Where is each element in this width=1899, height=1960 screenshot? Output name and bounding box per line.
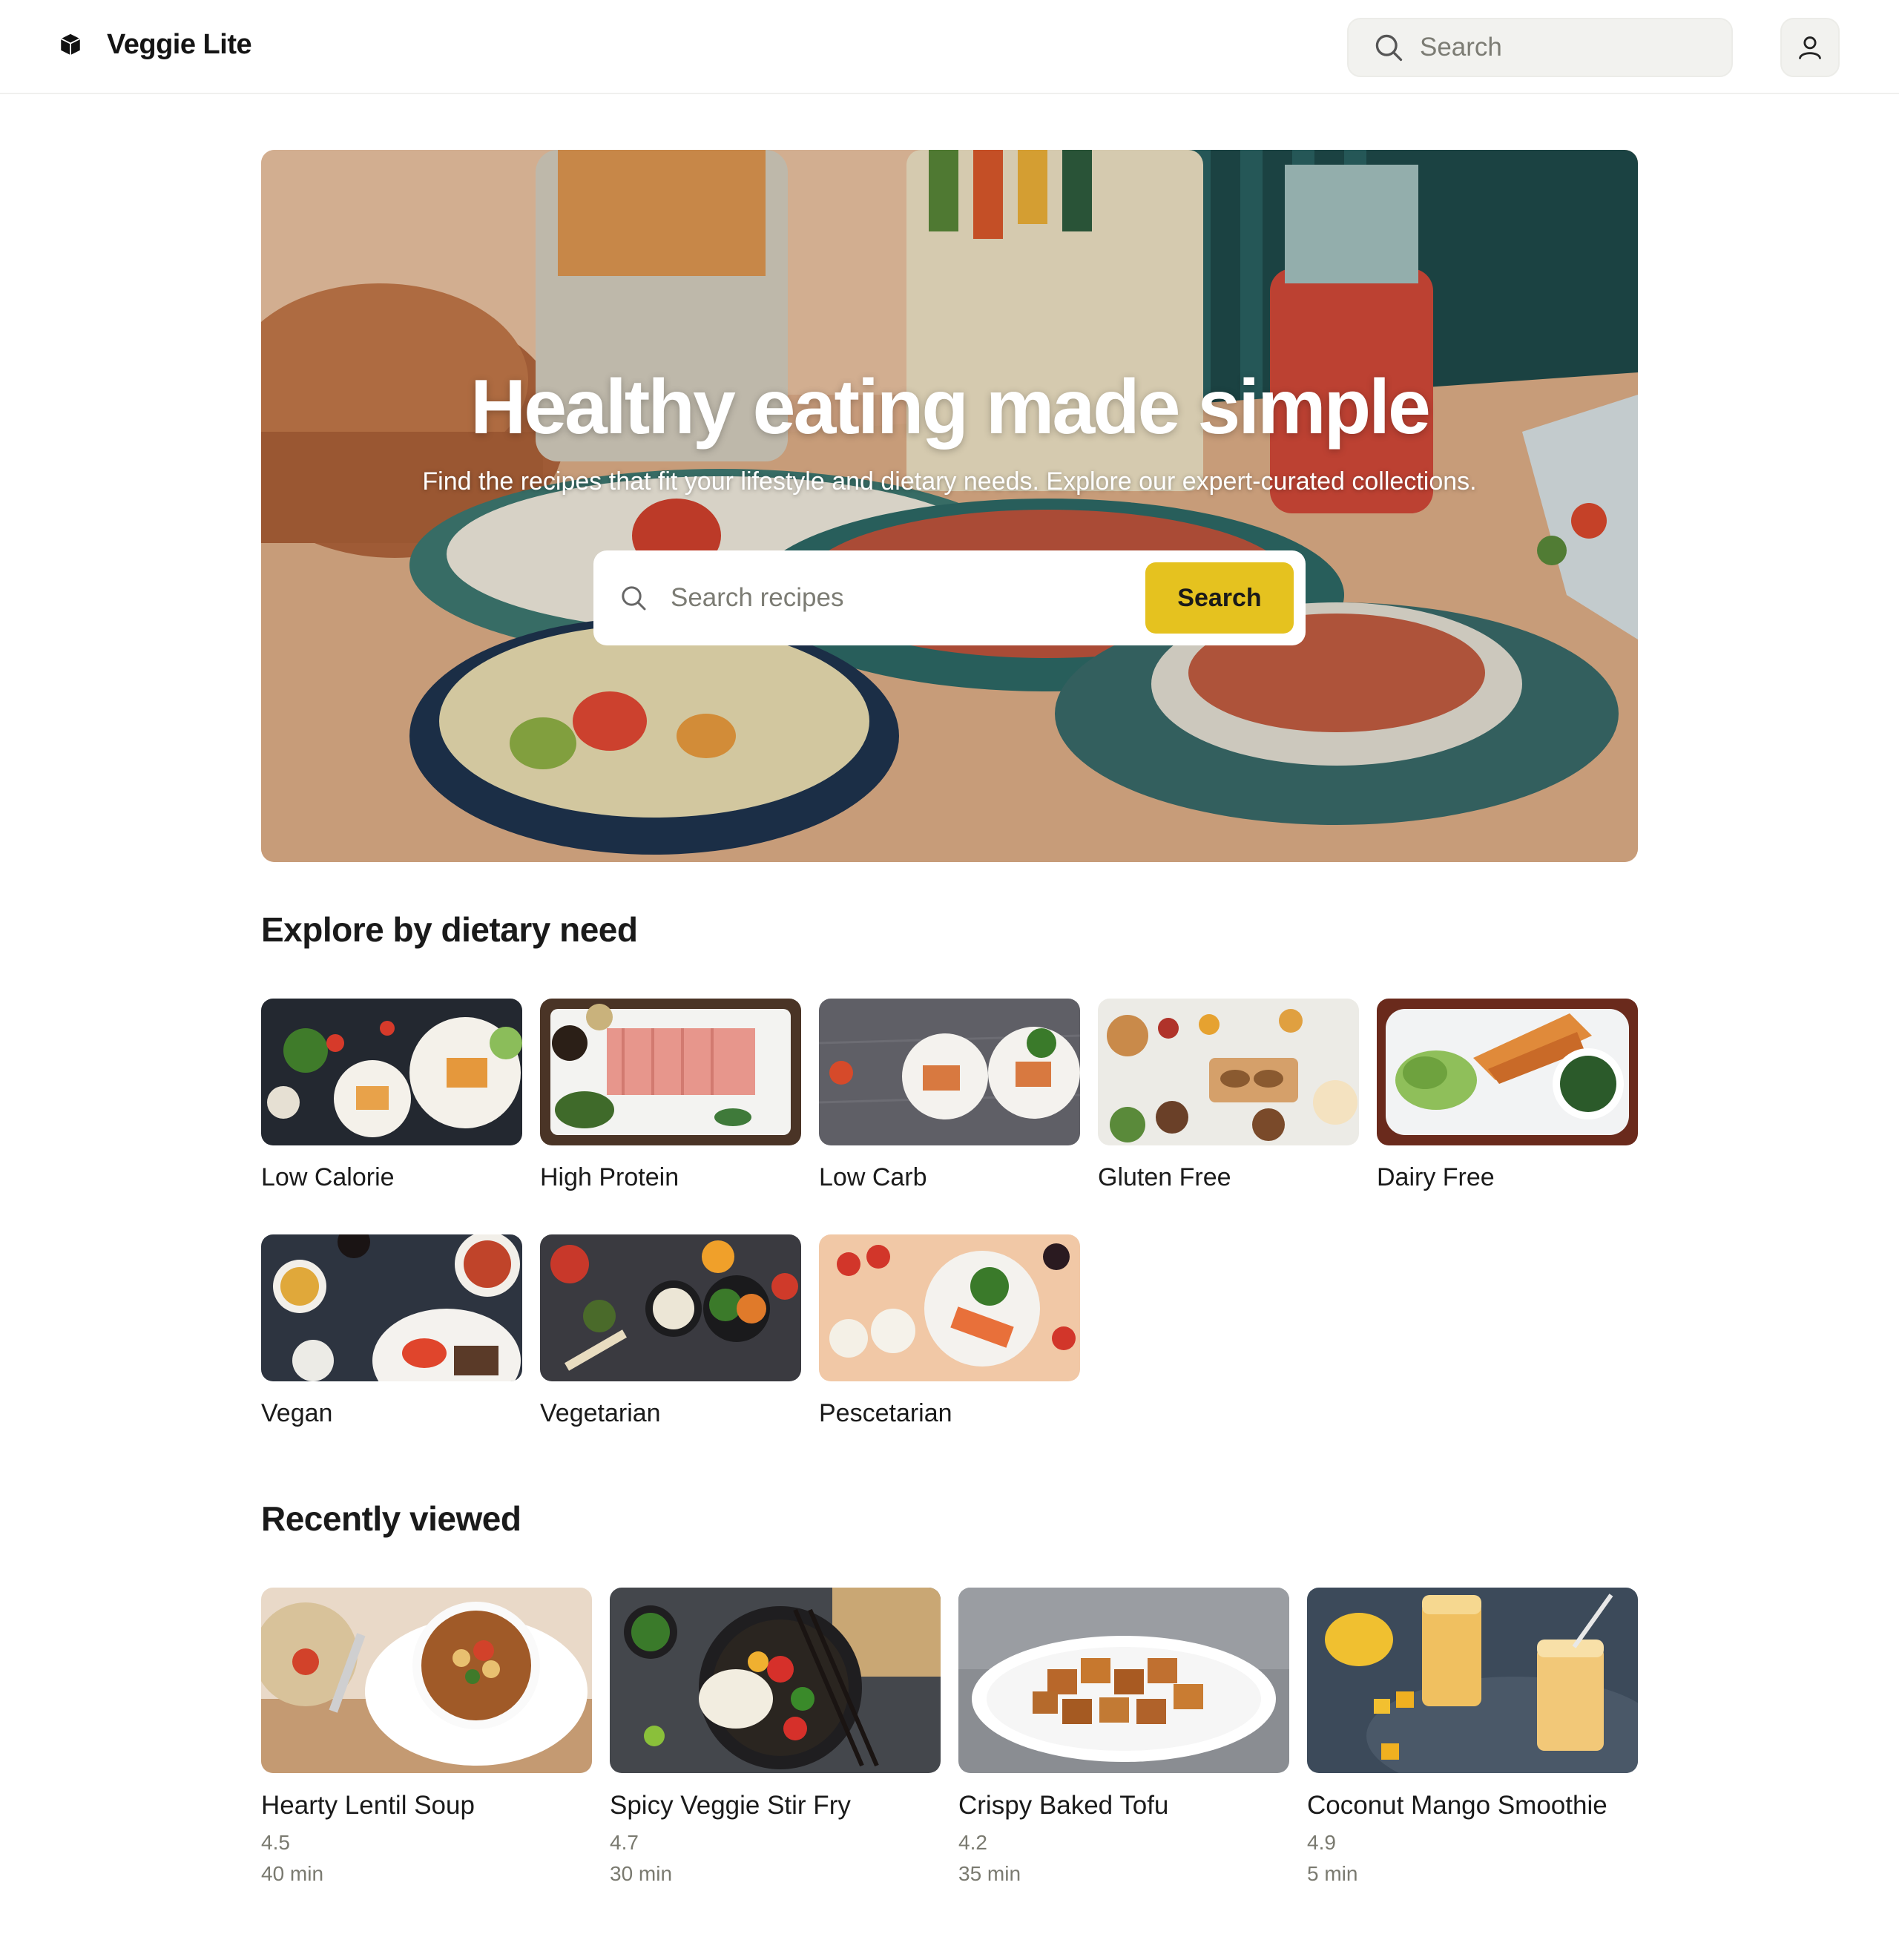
diet-card-vegetarian[interactable]: Vegetarian	[540, 1234, 801, 1428]
recipe-card-coconut-mango-smoothie[interactable]: Coconut Mango Smoothie 4.9 5 min	[1307, 1588, 1638, 1889]
cube-icon	[60, 33, 81, 56]
header-search[interactable]	[1347, 18, 1733, 77]
diet-label: High Protein	[540, 1163, 679, 1191]
diet-card-gluten-free[interactable]: Gluten Free	[1098, 999, 1359, 1192]
top-navbar: Veggie Lite	[0, 0, 1899, 94]
header-search-input[interactable]	[1420, 33, 1702, 62]
diet-label: Dairy Free	[1377, 1163, 1495, 1191]
diet-card-pescetarian[interactable]: Pescetarian	[819, 1234, 1080, 1428]
diet-thumbnail	[540, 1234, 801, 1381]
recipe-thumbnail	[1307, 1588, 1638, 1773]
diet-card-high-protein[interactable]: High Protein	[540, 999, 801, 1192]
diet-thumbnail	[1377, 999, 1638, 1145]
brand-name: Veggie Lite	[107, 28, 252, 60]
recipe-name: Spicy Veggie Stir Fry	[610, 1791, 851, 1820]
recipe-time: 30 min	[610, 1862, 673, 1885]
hero-search-bar: Search	[593, 550, 1306, 645]
profile-button[interactable]	[1780, 18, 1840, 77]
hero-title: Healthy eating made simple	[470, 364, 1431, 450]
diet-thumbnail	[261, 1234, 522, 1381]
recipe-thumbnail	[610, 1588, 941, 1773]
diet-label: Vegetarian	[540, 1399, 661, 1427]
search-icon	[622, 586, 646, 611]
diet-card-low-carb[interactable]: Low Carb	[819, 999, 1080, 1192]
diet-card-vegan[interactable]: Vegan	[261, 1234, 522, 1428]
diet-label: Gluten Free	[1098, 1163, 1231, 1191]
diet-thumbnail	[261, 999, 522, 1145]
recipe-search-input[interactable]	[671, 583, 1116, 613]
recipe-rating: 4.5	[261, 1831, 290, 1854]
diet-label: Low Carb	[819, 1163, 927, 1191]
recipe-time: 5 min	[1307, 1862, 1358, 1885]
search-button[interactable]: Search	[1145, 562, 1294, 634]
diet-thumbnail	[1098, 999, 1359, 1145]
brand[interactable]: Veggie Lite	[58, 25, 252, 64]
diet-card-dairy-free[interactable]: Dairy Free	[1377, 999, 1638, 1192]
recipe-thumbnail	[261, 1588, 592, 1773]
search-icon	[1375, 34, 1403, 62]
recipe-rating: 4.7	[610, 1831, 639, 1854]
user-icon	[1799, 36, 1821, 59]
diet-thumbnail	[540, 999, 801, 1145]
recipe-rating: 4.2	[958, 1831, 987, 1854]
recipe-time: 35 min	[958, 1862, 1021, 1885]
recipe-name: Coconut Mango Smoothie	[1307, 1791, 1607, 1820]
hero-banner: Healthy eating made simple Find the reci…	[261, 150, 1638, 862]
recipe-name: Crispy Baked Tofu	[958, 1791, 1169, 1820]
diet-label: Low Calorie	[261, 1163, 395, 1191]
recipe-card-spicy-veggie-stir-fry[interactable]: Spicy Veggie Stir Fry 4.7 30 min	[610, 1588, 941, 1889]
recipe-thumbnail	[958, 1588, 1289, 1773]
diet-label: Pescetarian	[819, 1399, 952, 1427]
dietary-section-title: Explore by dietary need	[261, 910, 638, 949]
diet-thumbnail	[819, 999, 1080, 1145]
recipe-name: Hearty Lentil Soup	[261, 1791, 475, 1820]
recipe-rating: 4.9	[1307, 1831, 1336, 1854]
hero-subtitle: Find the recipes that fit your lifestyle…	[422, 467, 1477, 496]
recent-section-title: Recently viewed	[261, 1499, 521, 1538]
diet-card-low-calorie[interactable]: Low Calorie	[261, 999, 522, 1192]
recipe-card-hearty-lentil-soup[interactable]: Hearty Lentil Soup 4.5 40 min	[261, 1588, 592, 1889]
diet-thumbnail	[819, 1234, 1080, 1381]
recipe-card-crispy-baked-tofu[interactable]: Crispy Baked Tofu 4.2 35 min	[958, 1588, 1289, 1889]
diet-label: Vegan	[261, 1399, 333, 1427]
recipe-time: 40 min	[261, 1862, 324, 1885]
hero-illustration	[261, 150, 1638, 862]
